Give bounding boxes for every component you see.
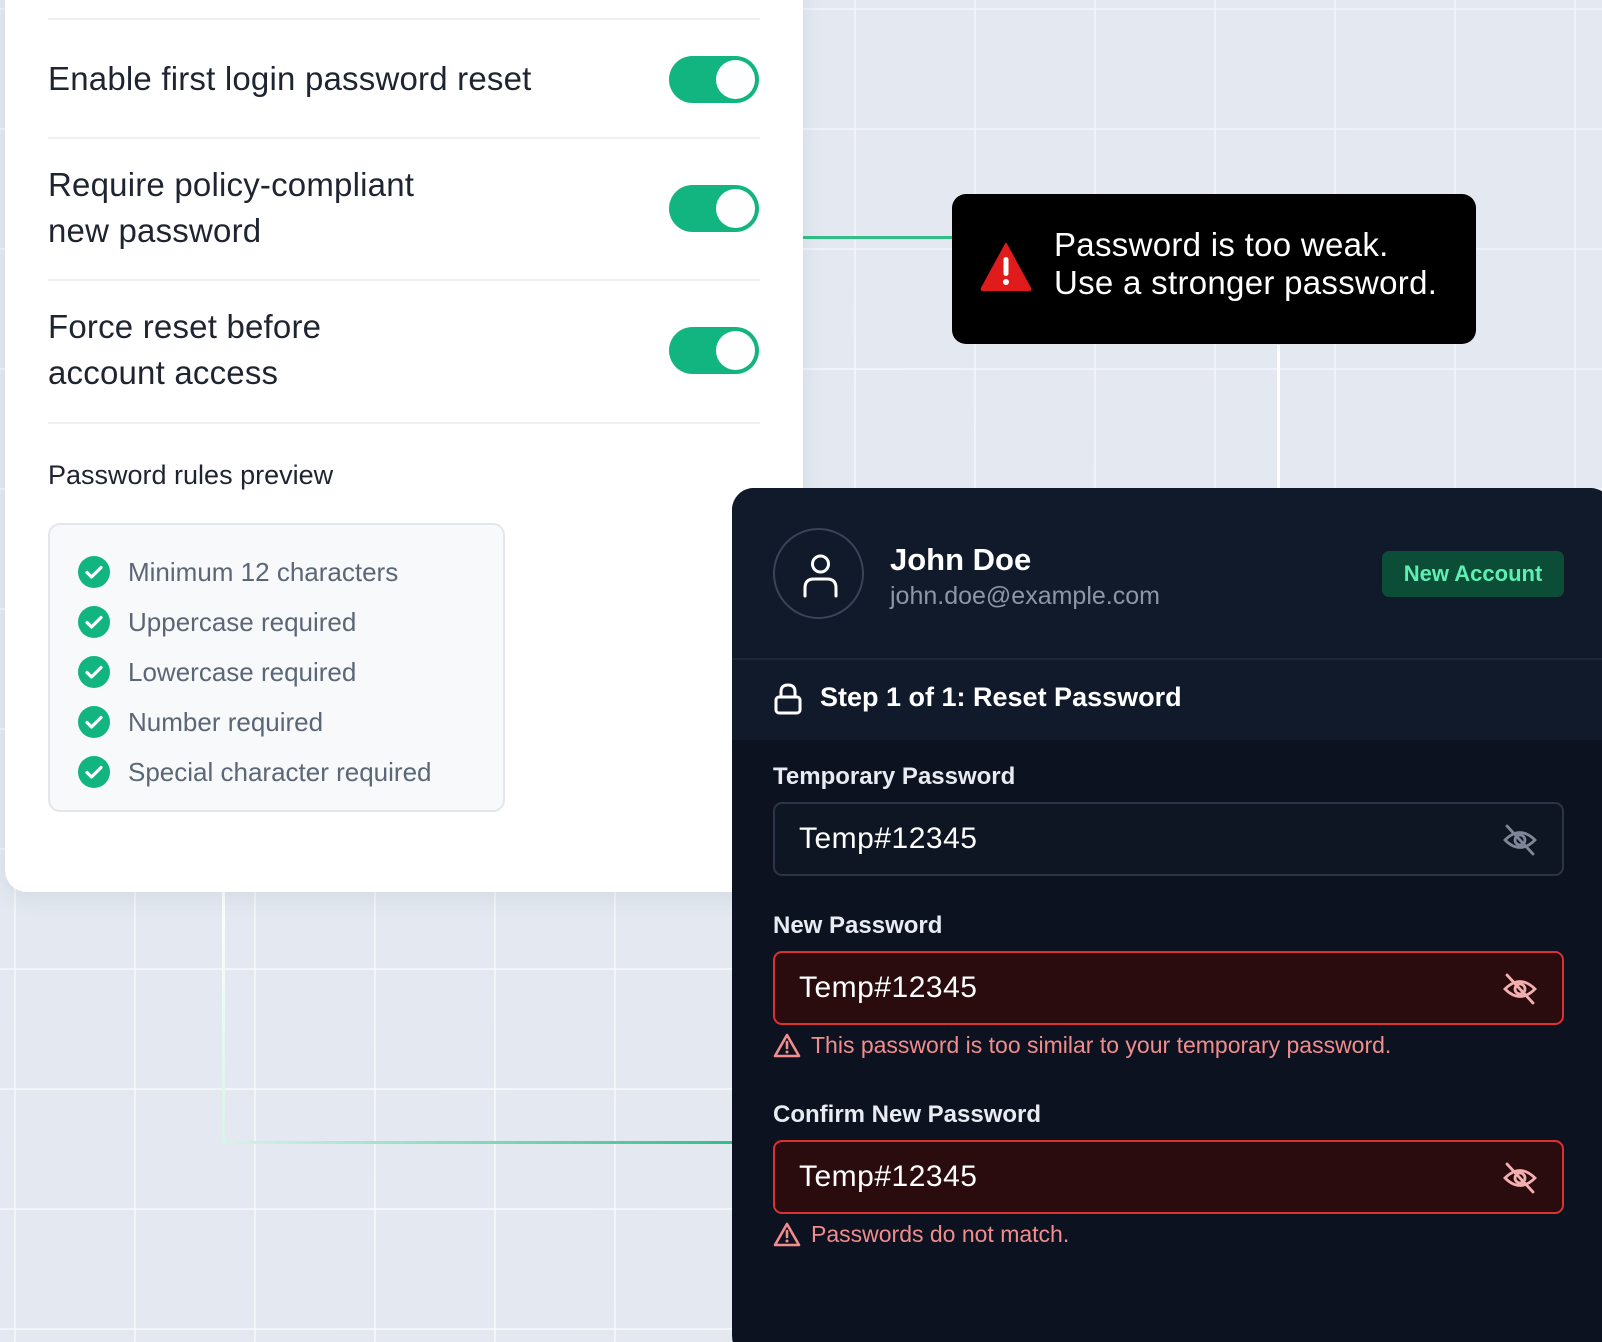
rule-text: Lowercase required	[128, 656, 357, 687]
connector-line	[222, 880, 225, 1144]
reset-password-card: John Doe john.doe@example.com New Accoun…	[732, 488, 1602, 1342]
toggle-knob	[716, 331, 755, 370]
tooltip-message: Password is too weak. Use a stronger pas…	[1054, 226, 1438, 301]
rules-preview-title: Password rules preview	[48, 460, 334, 490]
lock-icon	[774, 683, 802, 715]
rule-item: Special character required	[78, 755, 432, 789]
rule-item: Lowercase required	[78, 655, 356, 689]
toggle-policy-compliant[interactable]	[669, 185, 759, 232]
user-icon	[803, 554, 838, 598]
rule-text: Number required	[128, 706, 324, 737]
error-text: Passwords do not match.	[811, 1221, 1070, 1247]
check-circle-icon	[78, 756, 110, 788]
warning-triangle-icon	[980, 243, 1032, 291]
confirm-password-label: Confirm New Password	[773, 1101, 1042, 1128]
toggle-knob	[716, 60, 755, 99]
card-header: John Doe john.doe@example.com New Accoun…	[732, 488, 1602, 658]
rule-text: Uppercase required	[128, 606, 357, 637]
confirm-password-input[interactable]	[799, 1142, 1479, 1212]
check-circle-icon	[78, 556, 110, 588]
rule-text: Minimum 12 characters	[128, 556, 399, 587]
user-email: john.doe@example.com	[890, 582, 1160, 610]
connector-line	[222, 1141, 734, 1144]
setting-label-force-reset: Force reset before account access	[48, 308, 322, 391]
new-password-field	[773, 951, 1564, 1025]
step-title: Step 1 of 1: Reset Password	[820, 682, 1182, 712]
weak-password-tooltip: Password is too weak. Use a stronger pas…	[952, 194, 1476, 344]
eye-off-icon[interactable]	[1502, 823, 1538, 857]
rule-text: Special character required	[128, 756, 432, 787]
rule-item: Minimum 12 characters	[78, 555, 398, 589]
toggle-first-login-reset[interactable]	[669, 56, 759, 103]
setting-label-first-login-reset: Enable first login password reset	[48, 60, 532, 97]
error-text: This password is too similar to your tem…	[811, 1032, 1392, 1058]
toggle-knob	[716, 189, 755, 228]
confirm-password-error: Passwords do not match.	[773, 1221, 1069, 1248]
check-circle-icon	[78, 656, 110, 688]
temporary-password-input[interactable]	[799, 804, 1479, 874]
confirm-password-field	[773, 1140, 1564, 1214]
new-account-badge: New Account	[1382, 551, 1564, 597]
divider	[48, 18, 760, 20]
password-reset-settings-panel: Enable first login password reset Requir…	[5, 0, 803, 892]
rule-item: Uppercase required	[78, 605, 356, 639]
eye-off-icon[interactable]	[1502, 1161, 1538, 1195]
divider	[48, 422, 760, 424]
eye-off-icon[interactable]	[1502, 972, 1538, 1006]
check-circle-icon	[78, 606, 110, 638]
new-password-error: This password is too similar to your tem…	[773, 1032, 1391, 1059]
rules-preview-box: Minimum 12 characters Uppercase required…	[48, 523, 505, 812]
setting-label-policy-compliant: Require policy-compliant new password	[48, 166, 415, 249]
temporary-password-label: Temporary Password	[773, 763, 1016, 790]
check-circle-icon	[78, 706, 110, 738]
user-name: John Doe	[890, 542, 1032, 577]
connector-line	[1277, 345, 1280, 491]
new-password-input[interactable]	[799, 953, 1479, 1023]
connector-line	[800, 236, 954, 239]
warning-icon	[773, 1033, 801, 1057]
warning-icon	[773, 1222, 801, 1246]
divider	[48, 279, 760, 281]
divider	[48, 137, 760, 139]
avatar	[773, 528, 864, 619]
step-indicator: Step 1 of 1: Reset Password	[732, 660, 1602, 740]
toggle-force-reset[interactable]	[669, 327, 759, 374]
temporary-password-field	[773, 802, 1564, 876]
new-password-label: New Password	[773, 912, 943, 939]
rule-item: Number required	[78, 705, 323, 739]
